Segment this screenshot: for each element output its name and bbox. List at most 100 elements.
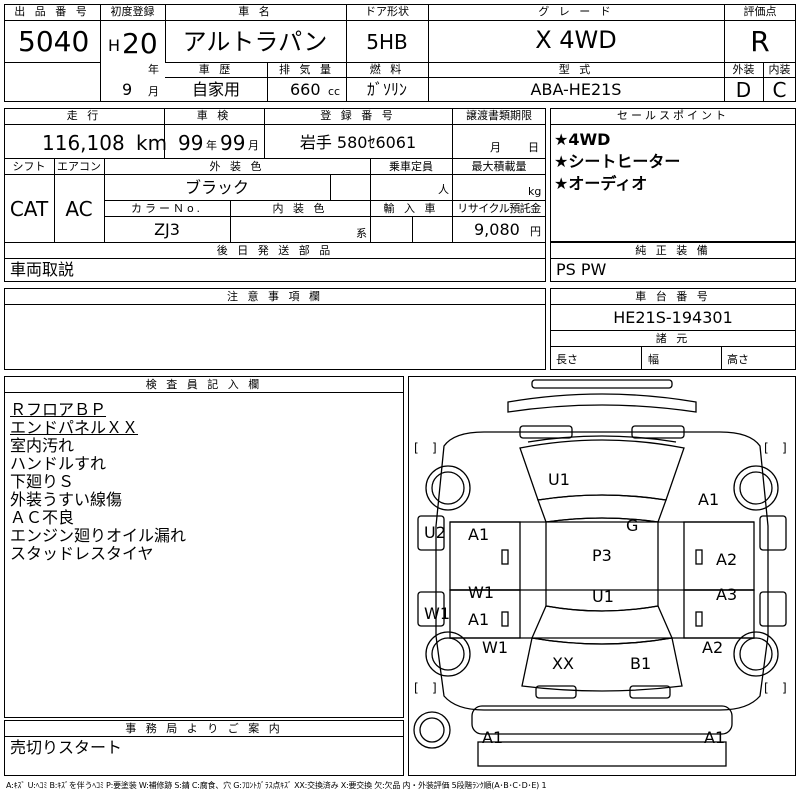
inspector-note: エンジン廻りオイル漏れ [10, 526, 187, 545]
damage-mark-right-rear-door: A3 [716, 585, 738, 604]
model-code: ABA-HE21S [530, 80, 622, 99]
office-message: 売切りスタート [10, 738, 123, 757]
damage-mark-rear-bumper-right: A1 [704, 728, 726, 747]
sales-points-label: セールスポイント [617, 109, 729, 122]
sales-point-2: ★シートヒーター [554, 152, 681, 171]
damage-mark-trunk-area: U1 [592, 587, 614, 606]
displacement: 660 [290, 80, 321, 99]
fuel: ｶﾞｿﾘﾝ [366, 80, 407, 99]
evaluation-score: R [750, 25, 770, 58]
plate-label: 登 録 番 号 [320, 109, 396, 122]
width-label: 幅 [648, 353, 659, 366]
damage-mark-right-rear-fender: A2 [702, 638, 724, 657]
grade-label: グ レ ー ド [538, 5, 614, 18]
history: 自家用 [191, 80, 240, 99]
aircon: AC [65, 197, 93, 221]
km-unit: km [136, 131, 168, 155]
exterior-label: 外装 [732, 63, 755, 76]
transfer-month-unit: 月 [490, 141, 501, 154]
registration-month: 9 [122, 80, 133, 99]
transfer-deadline-label: 譲渡書類期限 [466, 109, 532, 122]
grade: X 4WD [535, 26, 617, 54]
displacement-label: 排 気 量 [279, 63, 334, 76]
svg-text:[: [ [764, 441, 769, 455]
sales-point-3: ★オーディオ [554, 174, 648, 193]
damage-mark-left-rear-fender: W1 [482, 638, 508, 657]
inspector-notes: ＲフロアＢＰ エンドパネルＸＸ 室内汚れ ハンドルすれ 下廻りＳ 外装うすい線傷… [10, 396, 187, 563]
damage-mark-left-front-door: A1 [468, 525, 490, 544]
svg-text:]: ] [782, 441, 787, 455]
interior-label: 内装 [768, 63, 791, 76]
damage-mark-left-rear-door-w: W1 [468, 583, 494, 602]
svg-text:[: [ [414, 681, 419, 695]
inspection-label: 車 検 [196, 109, 232, 122]
damage-mark-rear-panel: XX [552, 654, 574, 673]
month-unit: 月 [148, 85, 159, 98]
damage-mark-front-right-fender: A1 [698, 490, 720, 509]
svg-text:]: ] [432, 681, 437, 695]
lot-number: 5040 [18, 25, 90, 58]
inspector-note: ハンドルすれ [10, 454, 107, 473]
equipment: PS PW [556, 260, 607, 279]
svg-text:]: ] [782, 681, 787, 695]
height-label: 高さ [727, 353, 749, 366]
recycle-unit: 円 [530, 225, 541, 238]
door-label: ドア形状 [365, 5, 409, 18]
interior-color-unit: 系 [356, 227, 367, 240]
inspection-month: 99 [220, 131, 246, 155]
first-registration-label: 初度登録 [110, 5, 155, 18]
color-no: ZJ3 [154, 220, 180, 239]
inspector-note: エンドパネルＸＸ [10, 418, 139, 437]
chassis-label: 車 台 番 号 [635, 290, 711, 303]
interior-grade: C [772, 78, 787, 102]
year-unit: 年 [148, 63, 159, 76]
inspector-note: 外装うすい線傷 [10, 490, 123, 509]
interior-color-label: 内 装 色 [272, 202, 328, 215]
era: H [108, 36, 121, 55]
later-parts-label: 後 日 発 送 部 品 [216, 244, 334, 257]
notes-label: 注 意 事 項 欄 [227, 290, 323, 303]
dimensions-label: 諸 元 [655, 332, 691, 345]
damage-mark-rear-floor: B1 [630, 654, 652, 673]
recycle-label: リサイクル預託金 [457, 202, 541, 215]
damage-mark-roof: P3 [592, 546, 612, 565]
door-type: 5HB [366, 30, 408, 54]
mileage-label: 走 行 [66, 109, 102, 122]
capacity-label: 乗車定員 [389, 160, 433, 173]
svg-text:]: ] [432, 441, 437, 455]
inspection-year-unit: 年 [206, 139, 217, 152]
capacity-unit: 人 [438, 183, 449, 196]
max-load-label: 最大積載量 [471, 160, 527, 173]
exterior-grade: D [735, 78, 752, 102]
shift-label: シフト [12, 160, 46, 173]
damage-mark-windshield: G [626, 516, 639, 535]
max-load-unit: kg [528, 185, 542, 198]
score-label: 評価点 [743, 5, 777, 18]
fuel-label: 燃 料 [369, 63, 405, 76]
inspection-month-unit: 月 [248, 139, 259, 152]
registration-year: 20 [122, 27, 158, 60]
svg-text:[: [ [764, 681, 769, 695]
mileage: 116,108 [42, 131, 125, 155]
damage-mark-left-side: U2 [424, 523, 446, 542]
later-parts: 車両取説 [10, 260, 75, 279]
damage-mark-hood: U1 [548, 470, 570, 489]
import-label: 輸 入 車 [383, 202, 439, 215]
inspector-note: ＲフロアＢＰ [10, 400, 107, 419]
history-label: 車 歴 [198, 63, 234, 76]
car-diagram: [ ] [ ] [ ] [ ] [413, 379, 787, 767]
damage-mark-left-rear-door-a: A1 [468, 610, 490, 629]
plate-number: 岩手 580ｾ6061 [299, 133, 417, 152]
aircon-label: エアコン [57, 160, 101, 173]
lot-number-label: 出 品 番 号 [14, 5, 90, 18]
chassis-number: HE21S-194301 [613, 308, 733, 327]
color-no-label: カラーＮo. [130, 202, 204, 215]
length-label: 長さ [556, 353, 578, 366]
office-label: 事 務 局 よ り ご 案 内 [125, 722, 283, 735]
equipment-label: 純 正 装 備 [635, 244, 711, 257]
damage-mark-right-front-door: A2 [716, 550, 738, 569]
car-name-label: 車 名 [238, 5, 273, 18]
exterior-color-label: 外 装 色 [209, 160, 265, 173]
sales-point-1: ★4WD [554, 130, 611, 149]
damage-mark-rear-bumper-left: A1 [482, 728, 504, 747]
